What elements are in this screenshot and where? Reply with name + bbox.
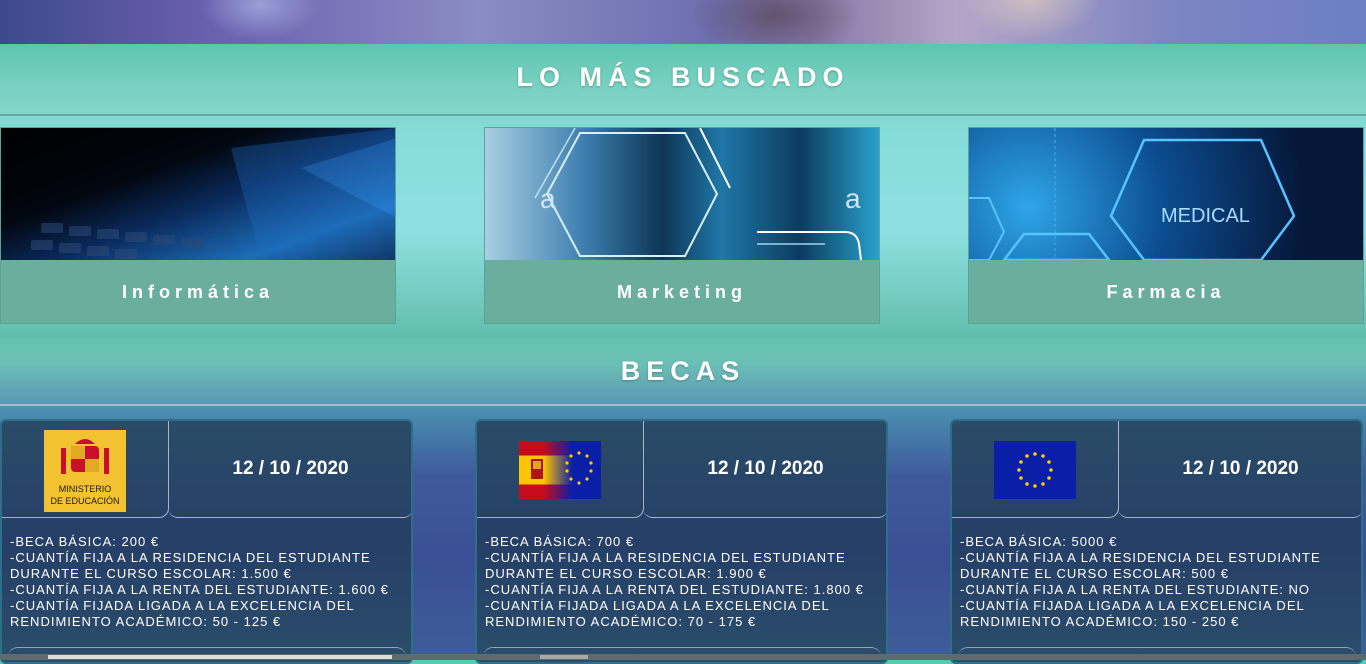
scrollbar-thumb-secondary[interactable] xyxy=(540,655,588,659)
beca-line: -CUANTÍA FIJADA LIGADA A LA EXCELENCIA D… xyxy=(10,598,355,613)
beca-description: -BECA BÁSICA: 700 € -CUANTÍA FIJA A LA R… xyxy=(485,534,885,630)
beca-card-ministerio[interactable]: MINISTERIO DE EDUCACIÓN 12 / 10 / 2020 -… xyxy=(0,419,413,664)
informatica-image xyxy=(1,128,395,260)
beca-description: -BECA BÁSICA: 5000 € -CUANTÍA FIJA A LA … xyxy=(960,534,1360,630)
hero-banner-image xyxy=(0,0,1366,44)
beca-logo-box xyxy=(477,421,644,518)
svg-text:MINISTERIO: MINISTERIO xyxy=(59,484,112,494)
beca-card-spain-eu[interactable]: 12 / 10 / 2020 -BECA BÁSICA: 700 € -CUAN… xyxy=(475,419,888,664)
horizontal-scrollbar[interactable] xyxy=(0,654,1366,660)
beca-line: DURANTE EL CURSO ESCOLAR: 1.500 € xyxy=(10,566,292,581)
beca-line: -CUANTÍA FIJA A LA RENTA DEL ESTUDIANTE:… xyxy=(485,582,864,597)
beca-logo-box: MINISTERIO DE EDUCACIÓN xyxy=(2,421,169,518)
beca-line: -CUANTÍA FIJADA LIGADA A LA EXCELENCIA D… xyxy=(485,598,830,613)
course-card-marketing[interactable]: a a Marketing xyxy=(484,127,880,324)
medical-image-text: MEDICAL xyxy=(1161,205,1250,227)
beca-line: -BECA BÁSICA: 5000 € xyxy=(960,534,1118,549)
eu-flag-icon xyxy=(994,441,1076,499)
most-searched-header: LO MÁS BUSCADO xyxy=(0,44,1366,116)
beca-date: 12 / 10 / 2020 xyxy=(168,421,411,518)
beca-line: DURANTE EL CURSO ESCOLAR: 500 € xyxy=(960,566,1229,581)
beca-line: -CUANTÍA FIJA A LA RESIDENCIA DEL ESTUDI… xyxy=(485,550,846,565)
most-searched-title: LO MÁS BUSCADO xyxy=(516,62,850,92)
course-label: Informática xyxy=(1,260,395,323)
beca-line: RENDIMIENTO ACADÉMICO: 150 - 250 € xyxy=(960,614,1240,629)
beca-description: -BECA BÁSICA: 200 € -CUANTÍA FIJA A LA R… xyxy=(10,534,410,630)
becas-header: BECAS xyxy=(0,338,1366,406)
beca-line: -BECA BÁSICA: 200 € xyxy=(10,534,160,549)
scrollbar-thumb[interactable] xyxy=(48,655,392,659)
beca-line: RENDIMIENTO ACADÉMICO: 70 - 175 € xyxy=(485,614,757,629)
farmacia-image: MEDICAL xyxy=(969,128,1363,260)
course-card-informatica[interactable]: Informática xyxy=(0,127,396,324)
beca-card-eu[interactable]: 12 / 10 / 2020 -BECA BÁSICA: 5000 € -CUA… xyxy=(950,419,1363,664)
beca-line: RENDIMIENTO ACADÉMICO: 50 - 125 € xyxy=(10,614,282,629)
becas-title: BECAS xyxy=(620,356,746,386)
beca-line: -CUANTÍA FIJA A LA RENTA DEL ESTUDIANTE:… xyxy=(960,582,1311,597)
course-card-farmacia[interactable]: MEDICAL Farmacia xyxy=(968,127,1364,324)
beca-line: DURANTE EL CURSO ESCOLAR: 1.900 € xyxy=(485,566,767,581)
svg-text:DE EDUCACIÓN: DE EDUCACIÓN xyxy=(50,496,119,506)
marketing-image: a a xyxy=(485,128,879,260)
beca-line: -CUANTÍA FIJA A LA RESIDENCIA DEL ESTUDI… xyxy=(10,550,371,565)
beca-line: -CUANTÍA FIJA A LA RESIDENCIA DEL ESTUDI… xyxy=(960,550,1321,565)
beca-date: 12 / 10 / 2020 xyxy=(643,421,886,518)
spain-eu-flag-icon xyxy=(519,441,601,499)
beca-date: 12 / 10 / 2020 xyxy=(1118,421,1361,518)
marketing-image-letter-right: a xyxy=(845,183,861,214)
beca-line: -CUANTÍA FIJADA LIGADA A LA EXCELENCIA D… xyxy=(960,598,1305,613)
beca-logo-box xyxy=(952,421,1119,518)
course-label: Marketing xyxy=(485,260,879,323)
marketing-image-letter-left: a xyxy=(540,183,556,214)
course-label: Farmacia xyxy=(969,260,1363,323)
beca-line: -CUANTÍA FIJA A LA RENTA DEL ESTUDIANTE:… xyxy=(10,582,389,597)
beca-line: -BECA BÁSICA: 700 € xyxy=(485,534,635,549)
ministerio-educacion-logo: MINISTERIO DE EDUCACIÓN xyxy=(44,430,126,512)
